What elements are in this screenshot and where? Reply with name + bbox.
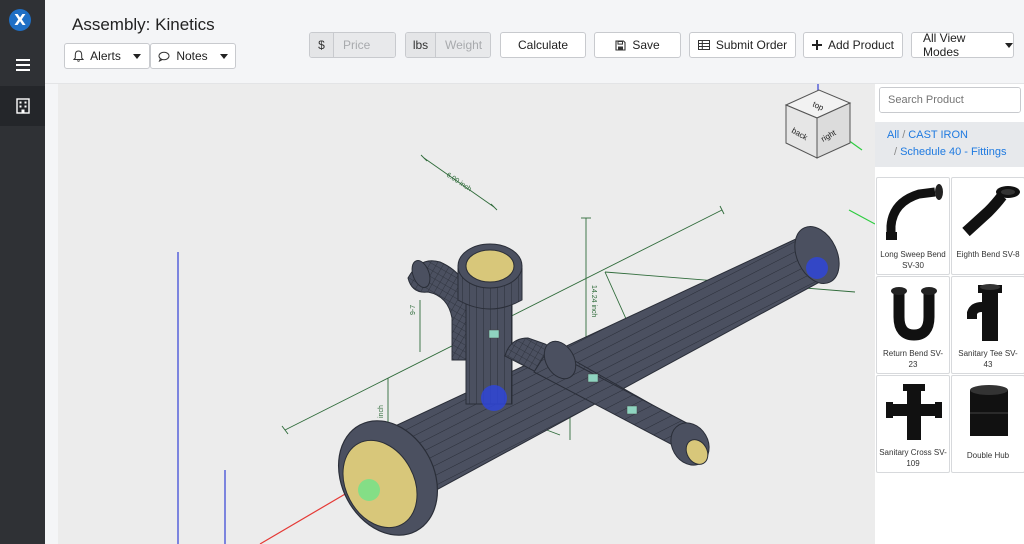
left-rail: X — [0, 0, 45, 544]
label-marker — [488, 329, 500, 339]
label-marker — [626, 405, 638, 415]
search-input[interactable] — [880, 88, 1020, 112]
weight-field[interactable]: Weight — [436, 33, 490, 57]
label-marker — [587, 373, 599, 383]
notes-dropdown[interactable]: Notes — [150, 43, 236, 69]
add-product-button[interactable]: Add Product — [803, 32, 903, 58]
chevron-down-icon — [1005, 42, 1013, 48]
product-card-sanitary-tee[interactable]: Sanitary Tee SV-43 — [951, 276, 1024, 374]
app-logo[interactable]: X — [9, 9, 31, 31]
price-group: $ Price — [309, 32, 396, 58]
dimension-label-offset: 9-7 — [410, 305, 417, 315]
sanitary-tee-icon — [967, 284, 1002, 341]
dimension-label-height: 14.24 inch — [590, 285, 597, 317]
connection-point[interactable] — [481, 385, 507, 411]
view-modes-label: All View Modes — [923, 31, 966, 59]
breadcrumb-cast-iron[interactable]: CAST IRON — [908, 129, 968, 141]
hamburger-icon — [15, 59, 30, 71]
product-catalog: All/CAST IRON /Schedule 40 - Fittings Lo… — [875, 84, 1024, 544]
3d-viewport[interactable]: 6.00 inch 14.24 inch 9-7 inch top back r… — [58, 84, 875, 544]
logo-letter: X — [14, 11, 26, 29]
product-name: Eighth Bend SV-8 — [956, 250, 1020, 259]
plus-icon — [811, 40, 822, 50]
page-title: Assembly: Kinetics — [72, 15, 215, 34]
chevron-down-icon — [219, 53, 228, 59]
product-name: Return Bend SV-23 — [882, 349, 944, 369]
building-button[interactable] — [0, 86, 45, 126]
building-icon — [15, 98, 30, 114]
menu-button[interactable] — [0, 45, 45, 85]
chevron-down-icon — [132, 53, 141, 59]
product-card-long-sweep-bend[interactable]: Long Sweep Bend SV-30 — [876, 177, 950, 275]
price-field[interactable]: Price — [334, 33, 395, 57]
return-bend-icon — [891, 287, 937, 341]
notes-label: Notes — [176, 49, 208, 63]
dimension-label-width: 6.00 inch — [445, 172, 473, 193]
header: Assembly: Kinetics Alerts Notes $ Price … — [45, 0, 1024, 84]
double-hub-icon — [970, 385, 1008, 436]
product-card-sanitary-cross[interactable]: Sanitary Cross SV-109 — [876, 375, 950, 473]
calculate-label: Calculate — [517, 38, 569, 52]
breadcrumb-schedule-40[interactable]: Schedule 40 - Fittings — [900, 146, 1006, 158]
product-search — [879, 87, 1021, 113]
add-product-label: Add Product — [827, 38, 895, 52]
submit-order-label: Submit Order — [715, 38, 788, 52]
submit-order-button[interactable]: Submit Order — [689, 32, 796, 58]
weight-unit-addon: lbs — [406, 33, 436, 57]
long-sweep-bend-icon — [886, 184, 943, 240]
currency-addon: $ — [310, 33, 334, 57]
eighth-bend-icon — [962, 186, 1020, 237]
product-name: Sanitary Tee SV-43 — [958, 349, 1018, 369]
product-name: Long Sweep Bend SV-30 — [880, 250, 946, 270]
view-cube[interactable]: top back right — [784, 84, 863, 159]
save-icon — [615, 39, 626, 51]
vertical-tee[interactable] — [457, 243, 523, 411]
connection-point[interactable] — [806, 257, 828, 279]
product-card-eighth-bend[interactable]: Eighth Bend SV-8 — [951, 177, 1024, 275]
save-label: Save — [632, 38, 660, 52]
alerts-dropdown[interactable]: Alerts — [64, 43, 150, 69]
sanitary-cross-icon — [886, 384, 942, 440]
comment-icon — [158, 51, 170, 62]
product-card-return-bend[interactable]: Return Bend SV-23 — [876, 276, 950, 374]
view-modes-dropdown[interactable]: All View Modes — [911, 31, 1014, 59]
save-button[interactable]: Save — [594, 32, 681, 58]
assembly-scene[interactable]: 6.00 inch 14.24 inch 9-7 inch top back r… — [58, 84, 875, 544]
main-pipe[interactable] — [377, 219, 848, 501]
calculate-button[interactable]: Calculate — [500, 32, 586, 58]
alerts-label: Alerts — [90, 49, 121, 63]
weight-group: lbs Weight — [405, 32, 491, 58]
breadcrumb-all[interactable]: All — [887, 129, 899, 141]
table-icon — [697, 40, 710, 50]
product-name: Double Hub — [966, 451, 1010, 460]
connection-point[interactable] — [358, 479, 380, 501]
product-card-double-hub[interactable]: Double Hub — [951, 375, 1024, 473]
bell-icon — [73, 50, 85, 62]
product-name: Sanitary Cross SV-109 — [879, 448, 947, 468]
dimension-label-length: inch — [378, 405, 385, 418]
breadcrumb: All / CAST IRON / Schedule 40 - Fittings — [875, 122, 1024, 167]
